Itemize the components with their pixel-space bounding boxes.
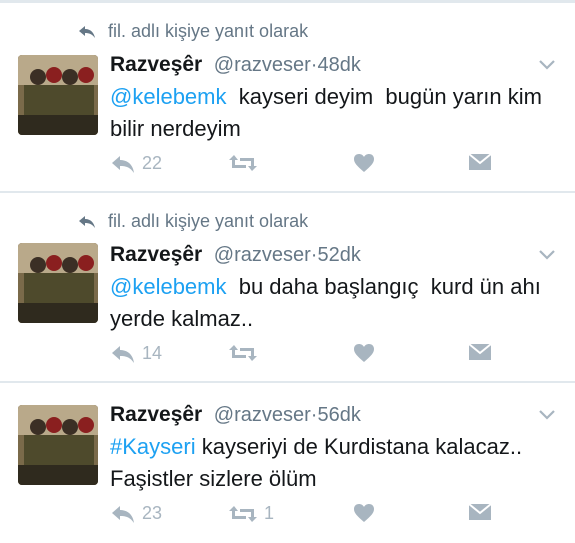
retweet-count: 1	[264, 503, 275, 523]
tweet-actions: 23 1	[110, 503, 560, 529]
avatar-image	[18, 243, 98, 323]
reply-button[interactable]: 23	[110, 503, 162, 524]
message-icon	[468, 503, 492, 520]
timestamp[interactable]: 48dk	[317, 54, 360, 76]
tweet-text: #Kayseri kayseriyi de Kurdistana kalacaz…	[110, 431, 560, 495]
chevron-down-icon[interactable]	[538, 59, 556, 71]
avatar-image	[18, 405, 98, 485]
avatar[interactable]	[18, 243, 98, 323]
chevron-down-icon[interactable]	[538, 409, 556, 421]
tweet[interactable]: Razveşêr @razveser·56dk #Kayseri kayseri…	[0, 353, 575, 543]
avatar[interactable]	[18, 55, 98, 135]
message-button[interactable]	[468, 503, 492, 521]
like-icon	[354, 154, 374, 172]
display-name[interactable]: Razveşêr	[110, 243, 202, 266]
hashtag-link[interactable]: #Kayseri	[110, 434, 196, 459]
message-button[interactable]	[468, 153, 492, 171]
reply-button[interactable]: 22	[110, 153, 162, 174]
like-icon	[354, 504, 374, 522]
tweet-actions: 22	[110, 153, 560, 179]
reply-count: 22	[142, 153, 163, 173]
handle[interactable]: @razveser	[214, 54, 311, 76]
retweet-icon	[229, 155, 257, 171]
handle[interactable]: @razveser	[214, 404, 311, 426]
message-icon	[468, 153, 492, 170]
tweet-header: Razveşêr @razveser·52dk	[110, 243, 361, 267]
timestamp[interactable]: 52dk	[317, 244, 360, 266]
retweet-icon	[229, 505, 257, 522]
reply-context-text: fil. adlı kişiye yanıt olarak	[108, 21, 309, 41]
display-name[interactable]: Razveşêr	[110, 53, 202, 76]
reply-icon	[112, 505, 134, 523]
reply-context-text: fil. adlı kişiye yanıt olarak	[108, 211, 309, 231]
mention-link[interactable]: @kelebemk	[110, 84, 227, 109]
reply-context[interactable]: fil. adlı kişiye yanıt olarak	[78, 21, 308, 42]
tweet[interactable]: fil. adlı kişiye yanıt olarak Razveşêr @…	[0, 3, 575, 193]
tweet-header: Razveşêr @razveser·48dk	[110, 53, 361, 77]
tweet-header: Razveşêr @razveser·56dk	[110, 403, 361, 427]
like-button[interactable]	[353, 503, 375, 523]
reply-arrow-icon	[79, 25, 95, 38]
display-name[interactable]: Razveşêr	[110, 403, 202, 426]
mention-link[interactable]: @kelebemk	[110, 274, 227, 299]
retweet-button[interactable]: 1	[228, 503, 274, 524]
avatar-image	[18, 55, 98, 135]
reply-context[interactable]: fil. adlı kişiye yanıt olarak	[78, 211, 308, 232]
reply-arrow-icon	[79, 215, 95, 228]
handle[interactable]: @razveser	[214, 244, 311, 266]
timestamp[interactable]: 56dk	[317, 404, 360, 426]
reply-count: 23	[142, 503, 163, 523]
tweet-text: @kelebemk kayseri deyim bugün yarın kim …	[110, 81, 560, 145]
tweet-text: @kelebemk bu daha başlangıç kurd ün ahı …	[110, 271, 560, 335]
reply-icon	[112, 155, 134, 173]
retweet-button[interactable]	[228, 153, 264, 173]
chevron-down-icon[interactable]	[538, 249, 556, 261]
like-button[interactable]	[353, 153, 375, 173]
avatar[interactable]	[18, 405, 98, 485]
